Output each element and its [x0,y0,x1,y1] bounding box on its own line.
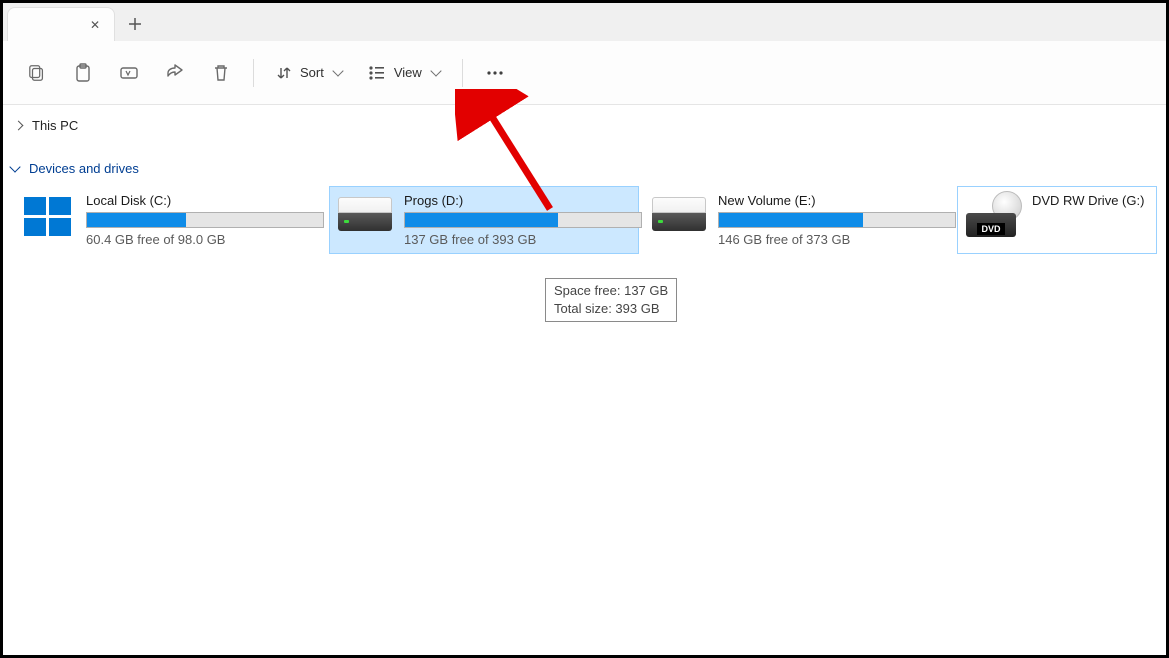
drive-info: Progs (D:) 137 GB free of 393 GB [404,193,630,247]
capacity-bar [404,212,642,228]
drive-newvolume-e[interactable]: New Volume (E:) 146 GB free of 373 GB [643,186,953,254]
more-icon [486,70,504,76]
hdd-icon [338,197,392,237]
chevron-right-icon [14,120,24,130]
chevron-down-icon [9,161,20,172]
more-button[interactable] [475,55,515,91]
drive-local-c[interactable]: Local Disk (C:) 60.4 GB free of 98.0 GB [15,186,325,254]
group-label: Devices and drives [29,161,139,176]
sort-dropdown[interactable]: Sort [266,55,352,91]
view-label: View [394,65,422,80]
trash-icon [213,64,229,82]
capacity-bar [718,212,956,228]
separator [462,59,463,87]
clipboard-icon [74,63,92,83]
share-button[interactable] [155,55,195,91]
tooltip-line: Space free: 137 GB [554,282,668,300]
group-devices-drives[interactable]: Devices and drives [3,145,1166,186]
hdd-icon [652,197,706,237]
view-dropdown[interactable]: View [358,55,450,91]
dvd-icon: DVD [966,197,1020,237]
breadcrumb[interactable]: This PC [3,105,1166,145]
new-tab-button[interactable] [115,7,155,41]
drive-name: DVD RW Drive (G:) [1032,193,1148,208]
tab-active[interactable]: ✕ [7,7,115,41]
drive-free-text: 60.4 GB free of 98.0 GB [86,232,316,247]
drive-info: DVD RW Drive (G:) [1032,193,1148,212]
drive-free-text: 137 GB free of 393 GB [404,232,630,247]
drive-info: New Volume (E:) 146 GB free of 373 GB [718,193,944,247]
drive-dvd-g[interactable]: DVD DVD RW Drive (G:) [957,186,1157,254]
drive-info: Local Disk (C:) 60.4 GB free of 98.0 GB [86,193,316,247]
tooltip-line: Total size: 393 GB [554,300,668,318]
plus-icon [128,17,142,31]
drive-name: Progs (D:) [404,193,630,208]
chevron-down-icon [332,65,343,76]
chevron-down-icon [430,65,441,76]
drive-progs-d[interactable]: Progs (D:) 137 GB free of 393 GB [329,186,639,254]
tooltip: Space free: 137 GB Total size: 393 GB [545,278,677,322]
toolbar: Sort View [3,41,1166,105]
windows-logo-icon [24,197,74,237]
sort-icon [276,65,292,81]
drives-grid: Local Disk (C:) 60.4 GB free of 98.0 GB … [3,186,1166,254]
paste-button[interactable] [63,55,103,91]
capacity-bar [86,212,324,228]
drive-free-text: 146 GB free of 373 GB [718,232,944,247]
copy-button[interactable] [17,55,57,91]
copy-icon [28,64,46,82]
tabstrip: ✕ [3,3,1166,41]
separator [253,59,254,87]
rename-button[interactable] [109,55,149,91]
delete-button[interactable] [201,55,241,91]
sort-label: Sort [300,65,324,80]
drive-name: Local Disk (C:) [86,193,316,208]
breadcrumb-item[interactable]: This PC [32,118,78,133]
view-icon [368,65,386,81]
share-icon [165,64,185,82]
rename-icon [119,64,139,82]
drive-name: New Volume (E:) [718,193,944,208]
close-icon[interactable]: ✕ [90,18,100,32]
